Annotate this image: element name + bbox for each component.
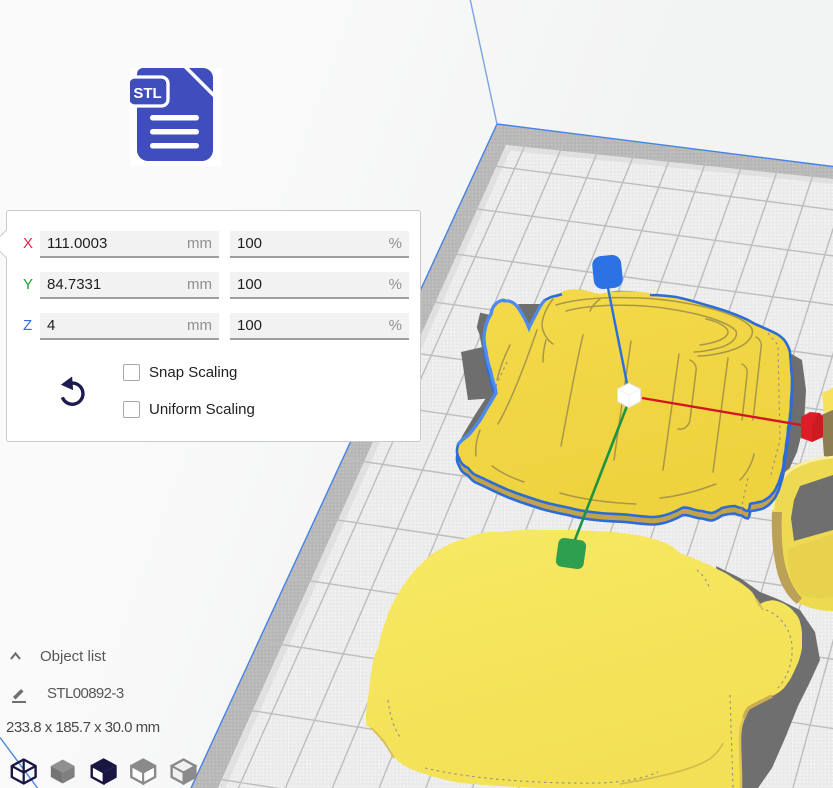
svg-text:STL: STL: [133, 85, 161, 102]
